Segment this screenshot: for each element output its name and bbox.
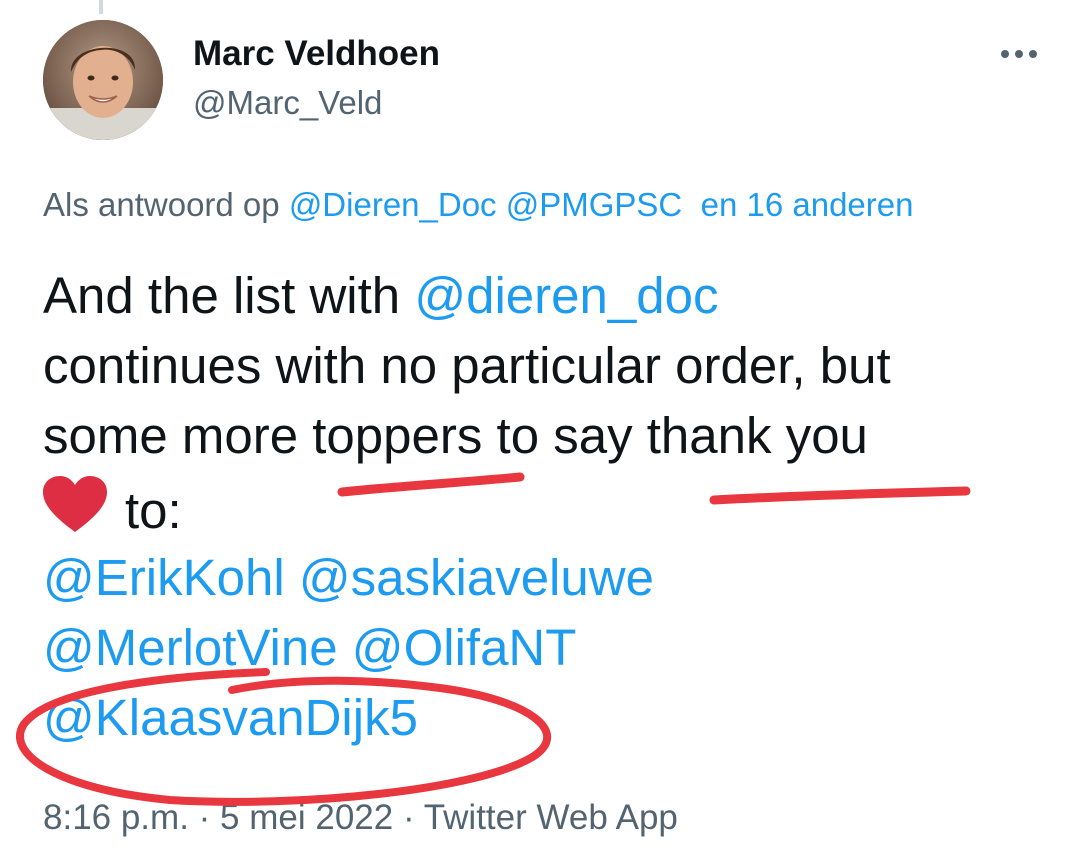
mention-erikkohl[interactable]: @ErikKohl: [43, 549, 285, 606]
reply-others-link[interactable]: en 16 anderen: [701, 186, 914, 223]
mention-dieren-doc[interactable]: @dieren_doc: [414, 267, 718, 324]
reply-mention-dieren-doc[interactable]: @Dieren_Doc: [289, 186, 497, 223]
tweet-time[interactable]: 8:16 p.m.: [43, 798, 189, 837]
tweet-text-line-3: some more toppers to say thank you: [43, 407, 868, 464]
more-dot: [1001, 50, 1009, 58]
mentions-row-1: @ErikKohl @saskiaveluwe: [43, 548, 654, 608]
author-handle[interactable]: @Marc_Veld: [193, 84, 382, 122]
more-dot: [1029, 50, 1037, 58]
tweet-meta: 8:16 p.m. · 5 mei 2022 · Twitter Web App: [43, 798, 678, 838]
mention-saskiaveluwe[interactable]: @saskiaveluwe: [299, 549, 654, 606]
tweet-text: And the list with: [43, 267, 415, 324]
mention-merlotvine[interactable]: @MerlotVine: [43, 619, 338, 676]
tweet-text-line-2: continues with no particular order, but: [43, 337, 891, 394]
meta-separator: ·: [402, 798, 415, 837]
avatar-photo: [43, 20, 163, 140]
reply-prefix: Als antwoord op: [43, 186, 280, 223]
author-display-name[interactable]: Marc Veldhoen: [193, 34, 440, 74]
underline-thank-you: [709, 486, 971, 505]
more-dot: [1015, 50, 1023, 58]
tweet-text-line-1: And the list with @dieren_doc: [43, 266, 718, 326]
reply-context: Als antwoord op @Dieren_Doc @PMGPSC en 1…: [43, 186, 913, 224]
tweet-text-line-4: to:: [43, 476, 182, 541]
mentions-row-2: @MerlotVine @OlifaNT: [43, 618, 576, 678]
red-heart-emoji-icon: [43, 476, 107, 532]
tweet-text: to:: [125, 482, 182, 539]
mention-klaasvandijk5[interactable]: @KlaasvanDijk5: [43, 689, 418, 746]
avatar[interactable]: [43, 20, 163, 140]
more-options-icon[interactable]: [996, 40, 1042, 68]
mentions-row-3: @KlaasvanDijk5: [43, 688, 418, 748]
underline-toppers: [337, 472, 525, 497]
thread-connector-line: [99, 0, 103, 14]
meta-separator: ·: [198, 798, 211, 837]
reply-mention-pmgpsc[interactable]: @PMGPSC: [506, 186, 683, 223]
tweet-source[interactable]: Twitter Web App: [424, 798, 678, 837]
tweet-date[interactable]: 5 mei 2022: [220, 798, 393, 837]
mention-olifant[interactable]: @OlifaNT: [352, 619, 577, 676]
